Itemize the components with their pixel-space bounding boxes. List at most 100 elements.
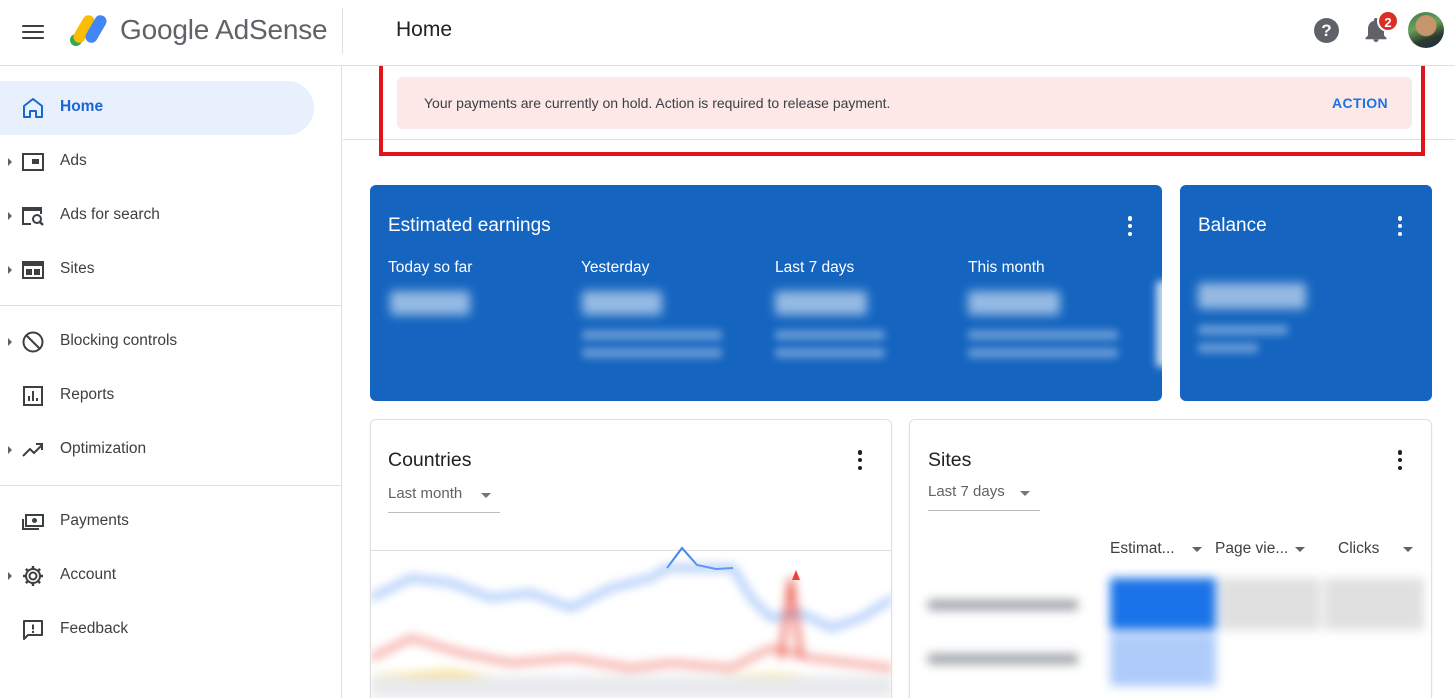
blurred-subtext [775,330,885,340]
header-divider [342,8,343,54]
sidebar-item-label: Blocking controls [60,332,178,349]
blurred-value [582,291,662,315]
blurred-sites-table [910,568,1431,698]
home-icon [23,98,43,118]
expand-caret-icon[interactable] [8,266,12,274]
sort-arrow-icon [1192,547,1202,552]
sites-range-dropdown[interactable]: Last 7 days [928,477,1040,511]
sidebar-item-label: Account [60,566,117,583]
blurred-row [928,600,1078,610]
top-app-bar: Google AdSense Home ? 2 [0,0,1455,66]
notification-badge: 2 [1377,10,1399,32]
sidebar-item-label: Ads [60,152,87,169]
ads-for-search-icon [22,207,44,226]
column-label: Clicks [1338,540,1380,557]
blurred-subtext [1198,325,1288,335]
column-header-page-views[interactable]: Page vie... [1215,540,1315,558]
countries-title: Countries [388,449,472,471]
reports-icon [23,386,43,406]
column-header-estimated-earnings[interactable]: Estimat... [1110,540,1210,558]
blurred-cell [1110,634,1216,686]
blurred-cell [1110,578,1216,630]
expand-caret-icon[interactable] [8,158,12,166]
sites-title: Sites [928,449,972,471]
blurred-value [775,291,867,315]
column-label: Estimat... [1110,540,1175,557]
balance-title: Balance [1198,215,1267,236]
stat-last-7-days-label: Last 7 days [775,259,855,276]
dropdown-arrow-icon [481,493,491,498]
blurred-subtext [775,348,885,358]
menu-icon[interactable] [22,20,46,44]
sidebar: Home Ads Ads for search Sites Blocking c… [0,66,342,698]
column-header-clicks[interactable]: Clicks [1338,540,1418,558]
blurred-value [1198,283,1306,309]
expand-caret-icon[interactable] [8,212,12,220]
ads-icon [22,153,44,171]
sidebar-item-label: Optimization [60,440,147,457]
sidebar-divider [0,305,342,306]
stat-today-label: Today so far [388,259,473,276]
sidebar-item-sites[interactable]: Sites [0,243,314,297]
blurred-cell [1220,578,1320,630]
payments-icon [22,514,44,530]
expand-caret-icon[interactable] [8,446,12,454]
blurred-region [1156,281,1182,367]
main-content: Your payments are currently on hold. Act… [343,66,1455,698]
expand-caret-icon[interactable] [8,572,12,580]
blurred-value [968,291,1060,315]
sidebar-item-feedback[interactable]: Feedback [0,603,314,657]
sidebar-item-reports[interactable]: Reports [0,369,314,423]
more-options-icon[interactable] [1397,450,1403,470]
sidebar-item-account[interactable]: Account [0,549,314,603]
stat-yesterday-label: Yesterday [581,259,650,276]
sidebar-item-optimization[interactable]: Optimization [0,423,314,477]
sidebar-item-payments[interactable]: Payments [0,495,314,549]
sort-arrow-icon [1403,547,1413,552]
dropdown-value: Last month [388,485,463,502]
stat-this-month-label: This month [968,259,1045,276]
countries-range-dropdown[interactable]: Last month [388,479,500,513]
earnings-title: Estimated earnings [388,215,551,236]
dropdown-value: Last 7 days [928,483,1005,500]
sidebar-item-ads[interactable]: Ads [0,135,314,189]
block-icon [22,331,44,353]
dropdown-arrow-icon [1020,491,1030,496]
balance-card: Balance [1180,185,1432,401]
sidebar-item-label: Payments [60,512,129,529]
expand-caret-icon[interactable] [8,338,12,346]
blurred-subtext [1198,343,1258,353]
blurred-subtext [582,348,722,358]
page-title: Home [396,18,453,41]
more-options-icon[interactable] [1127,216,1133,236]
more-options-icon[interactable] [1397,216,1403,236]
sites-icon [22,261,44,279]
highlight-annotation-box [379,66,1425,156]
feedback-icon [23,620,43,640]
blurred-subtext [582,330,722,340]
help-icon[interactable]: ? [1314,18,1339,43]
sidebar-divider [0,485,342,486]
trending-up-icon [22,443,43,457]
blurred-row [928,654,1078,664]
countries-chart [371,546,891,698]
more-options-icon[interactable] [857,450,863,470]
sort-arrow-icon [1295,547,1305,552]
blurred-subtext [968,330,1118,340]
blurred-cell [1324,578,1424,630]
sidebar-item-label: Ads for search [60,206,160,223]
sidebar-item-blocking-controls[interactable]: Blocking controls [0,315,314,369]
sidebar-item-label: Home [60,98,104,115]
adsense-logo-icon [70,15,107,46]
countries-card: Countries Last month [370,419,892,698]
avatar[interactable] [1408,12,1444,48]
brand-name: Google AdSense [120,14,328,45]
sidebar-item-label: Sites [60,260,95,277]
blurred-value [390,291,470,315]
sidebar-item-label: Feedback [60,620,129,637]
column-label: Page vie... [1215,540,1289,557]
gear-icon [23,566,43,586]
sidebar-item-label: Reports [60,386,115,403]
sidebar-item-home[interactable]: Home [0,81,314,135]
sidebar-item-ads-for-search[interactable]: Ads for search [0,189,314,243]
